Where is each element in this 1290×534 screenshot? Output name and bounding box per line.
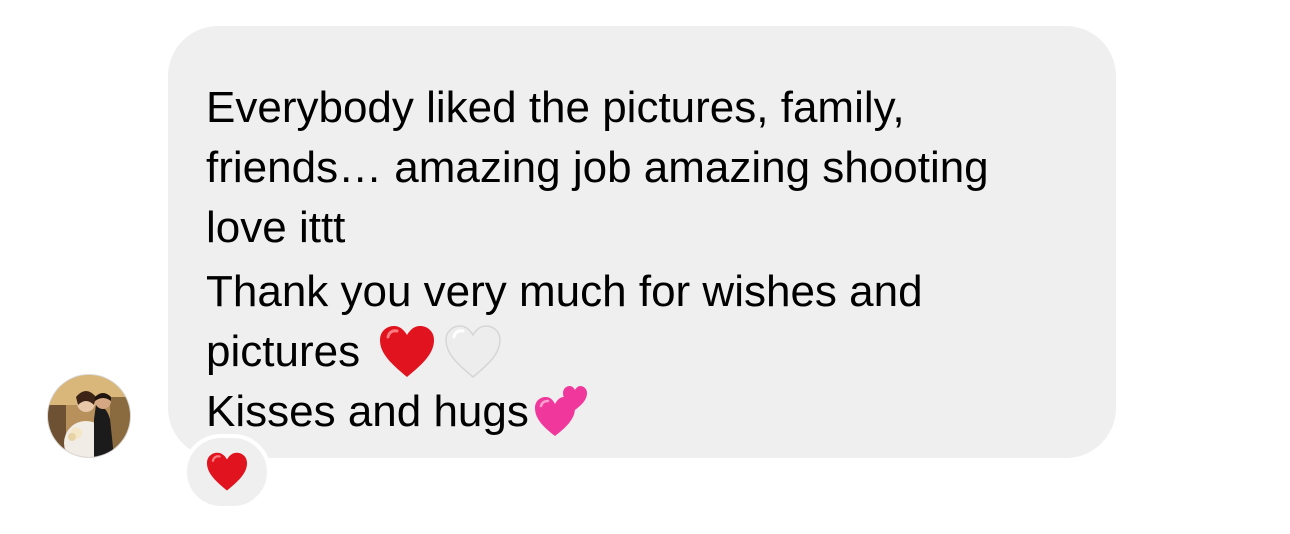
message-line: friends… amazing job amazing shooting (206, 143, 989, 192)
white-heart-icon (444, 325, 502, 379)
message-line-with-emoji: Kisses and hugs (206, 382, 1078, 442)
message-line-with-emoji: pictures (206, 322, 1078, 382)
reaction-badge[interactable] (183, 434, 271, 510)
red-heart-icon (378, 325, 436, 379)
message-bubble[interactable]: Everybody liked the pictures, family, fr… (168, 26, 1116, 458)
message-line: love ittt (206, 203, 346, 252)
message-line-text: pictures (206, 327, 361, 376)
message-line-text: Kisses and hugs (206, 387, 529, 436)
avatar-photo (48, 375, 130, 457)
two-hearts-icon (533, 380, 591, 438)
red-heart-icon (205, 452, 249, 492)
message-line: Thank you very much for wishes and (206, 267, 923, 316)
sender-avatar[interactable] (48, 375, 130, 457)
message-line: Everybody liked the pictures, family, (206, 83, 905, 132)
